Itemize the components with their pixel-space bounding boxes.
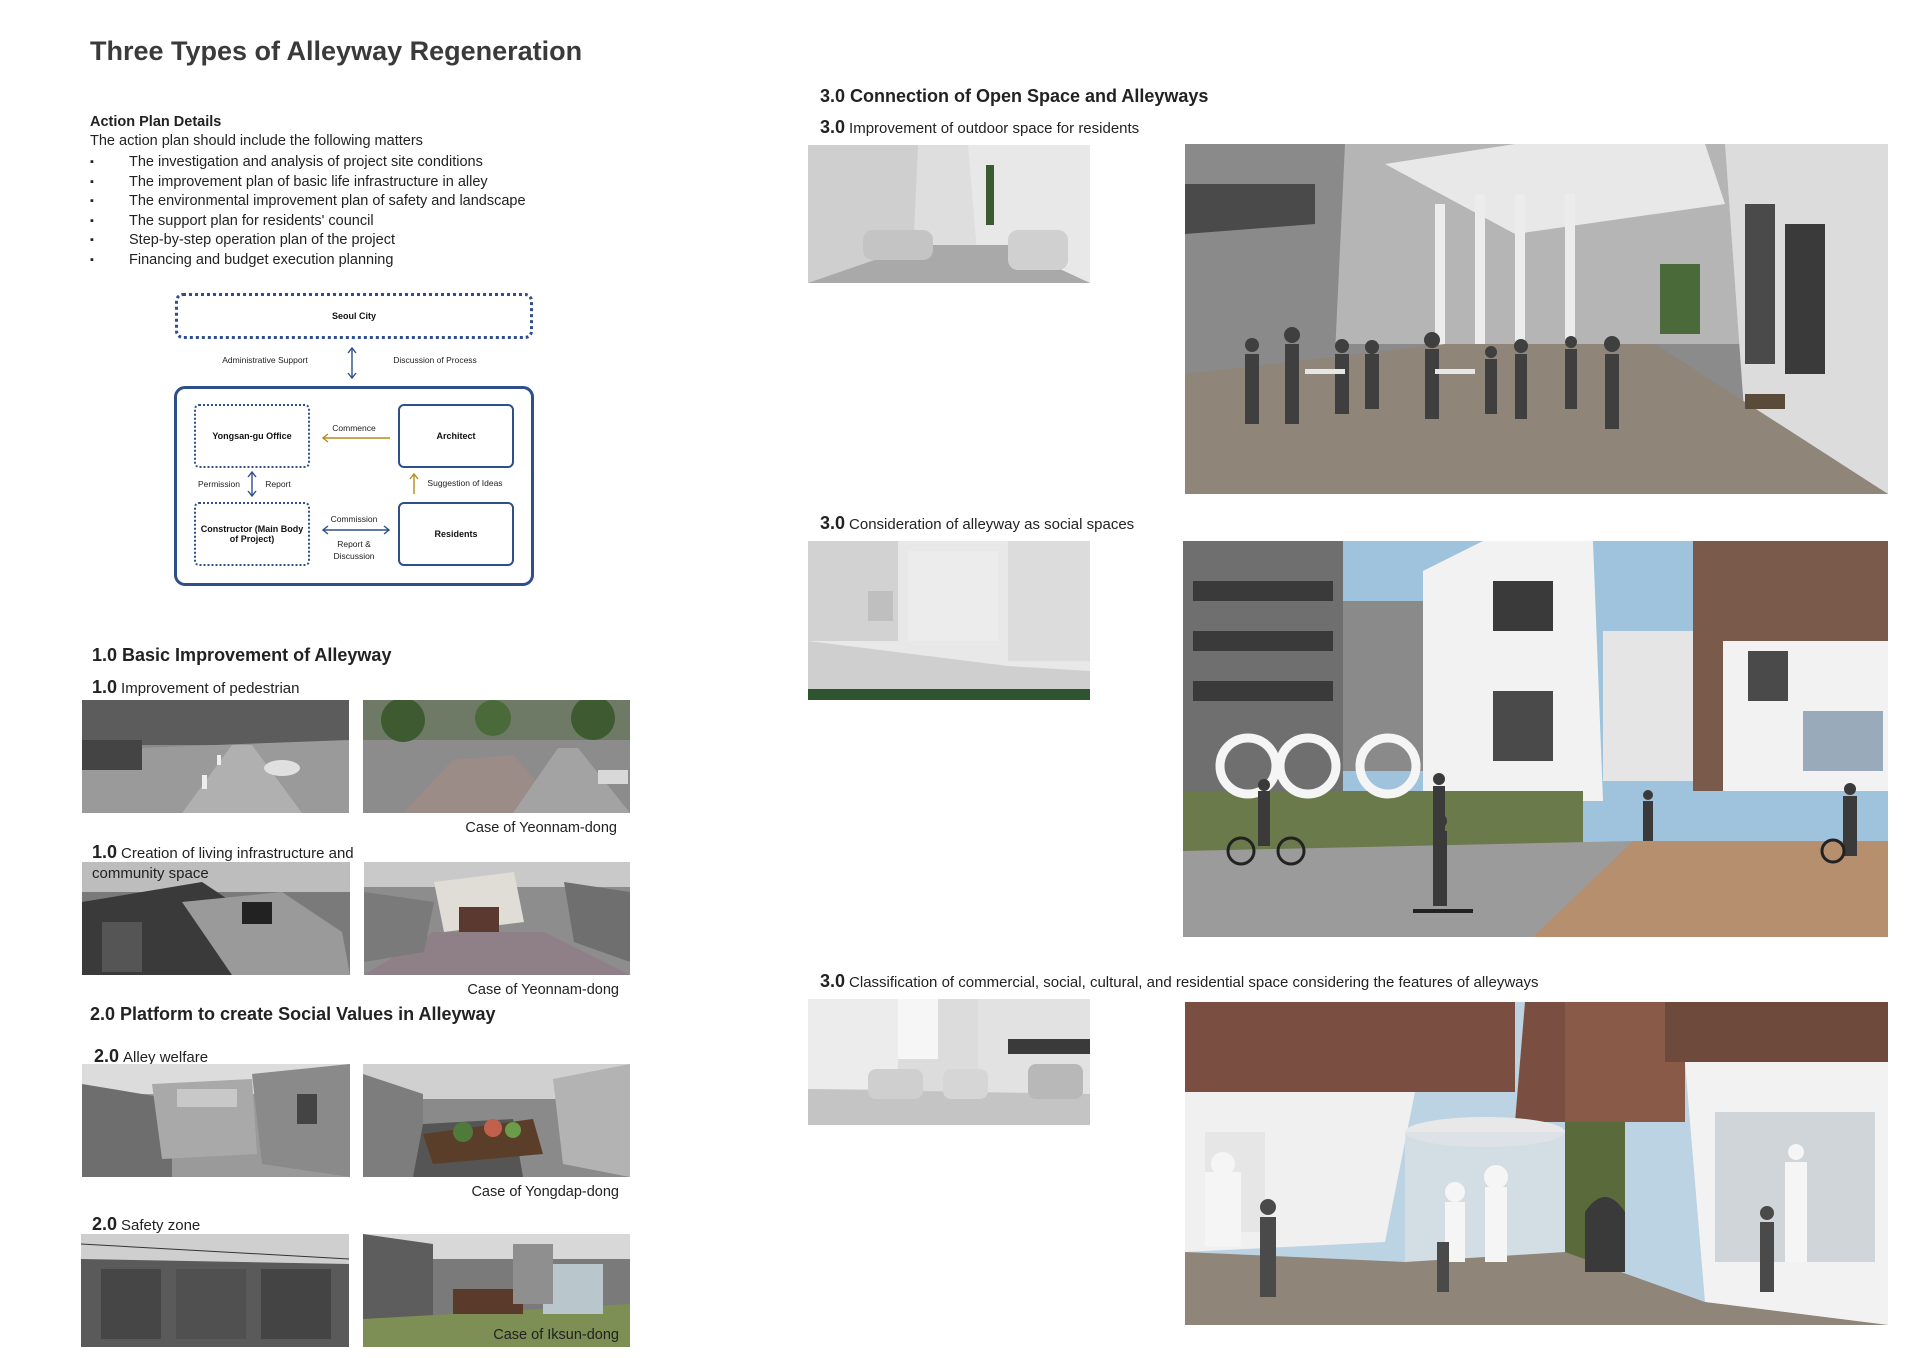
- sub-number: 1.0: [92, 677, 118, 697]
- double-arrow-icon: [347, 346, 357, 380]
- sub-label: Improvement of outdoor space for residen…: [849, 120, 1140, 137]
- section1-sub2: 1.0 Creation of living infrastructure and…: [92, 842, 372, 884]
- photo-pedestrian-before: [82, 700, 349, 813]
- list-item: Financing and budget execution planning: [90, 251, 610, 271]
- render-outdoor-after: [1185, 144, 1888, 494]
- sub-label: Creation of living infrastructure and co…: [92, 845, 354, 882]
- organization-diagram: Seoul City Administrative Support Discus…: [170, 290, 540, 590]
- arrow-left-icon: [321, 433, 390, 443]
- discussion-label: Discussion of Process: [393, 355, 477, 365]
- section2-sub2: 2.0 Safety zone: [92, 1214, 200, 1235]
- seoul-city-box: Seoul City: [175, 293, 533, 339]
- section2-heading: 2.0 Platform to create Social Values in …: [90, 1004, 496, 1024]
- sub-label: Classification of commercial, social, cu…: [849, 974, 1539, 991]
- sub-label: Consideration of alleyway as social spac…: [849, 516, 1135, 533]
- section1-heading: 1.0 Basic Improvement of Alleyway: [92, 645, 392, 665]
- architect-box: Architect: [398, 404, 514, 468]
- sub-number: 3.0: [820, 117, 846, 137]
- double-arrow-icon: [247, 470, 257, 498]
- sub-label: Safety zone: [121, 1217, 201, 1234]
- arrow-up-icon: [409, 472, 419, 494]
- render-social-after: [1183, 541, 1888, 937]
- section3-sub3: 3.0 Classification of commercial, social,…: [820, 971, 1539, 992]
- render-classification-before: [808, 999, 1090, 1125]
- render-social-before: [808, 541, 1090, 700]
- section3-sub2: 3.0 Consideration of alleyway as social s…: [820, 513, 1134, 534]
- photo-alley-welfare-before: [82, 1064, 350, 1177]
- caption-yeonnam-1: Case of Yeonnam-dong: [465, 820, 617, 836]
- yongsan-office-box: Yongsan-gu Office: [194, 404, 310, 468]
- double-arrow-icon: [321, 525, 391, 535]
- photo-alley-welfare-after: [363, 1064, 630, 1177]
- commence-label: Commence: [332, 423, 376, 433]
- constructor-box: Constructor (Main Body of Project): [194, 502, 310, 566]
- report-discussion-label: Report & Discussion: [333, 539, 375, 561]
- action-plan: Action Plan Details The action plan shou…: [90, 114, 610, 271]
- list-item: The support plan for residents' council: [90, 212, 610, 232]
- action-plan-intro: The action plan should include the follo…: [90, 133, 423, 149]
- photo-pedestrian-after: [363, 700, 630, 813]
- list-item: The investigation and analysis of projec…: [90, 153, 610, 173]
- action-plan-list: The investigation and analysis of projec…: [90, 153, 610, 271]
- section3-sub1: 3.0 Improvement of outdoor space for resi…: [820, 117, 1139, 138]
- residents-box: Residents: [398, 502, 514, 566]
- photo-safety-zone-before: [81, 1234, 349, 1347]
- photo-infrastructure-after: [364, 862, 630, 975]
- action-plan-heading: Action Plan Details: [90, 114, 222, 130]
- render-classification-after: [1185, 1002, 1888, 1325]
- list-item: Step-by-step operation plan of the proje…: [90, 231, 610, 251]
- suggestion-label: Suggestion of Ideas: [427, 478, 503, 488]
- render-outdoor-before: [808, 145, 1090, 283]
- sub-label: Improvement of pedestrian: [121, 680, 300, 697]
- sub-number: 1.0: [92, 842, 118, 862]
- caption-yeonnam-2: Case of Yeonnam-dong: [467, 982, 619, 998]
- sub-number: 2.0: [92, 1214, 118, 1234]
- sub-number: 3.0: [820, 513, 846, 533]
- sub-number: 3.0: [820, 971, 846, 991]
- section3-heading: 3.0 Connection of Open Space and Alleywa…: [820, 86, 1209, 106]
- caption-yongdap: Case of Yongdap-dong: [471, 1184, 619, 1200]
- page-title: Three Types of Alleyway Regeneration: [90, 36, 583, 66]
- report-label: Report: [265, 479, 291, 489]
- list-item: The improvement plan of basic life infra…: [90, 173, 610, 193]
- admin-support-label: Administrative Support: [222, 355, 308, 365]
- permission-label: Permission: [197, 479, 241, 489]
- section1-sub1: 1.0 Improvement of pedestrian: [92, 677, 299, 698]
- commission-label: Commission: [330, 514, 378, 524]
- list-item: The environmental improvement plan of sa…: [90, 192, 610, 212]
- sub-number: 2.0: [94, 1046, 120, 1066]
- caption-iksun: Case of Iksun-dong: [493, 1327, 619, 1343]
